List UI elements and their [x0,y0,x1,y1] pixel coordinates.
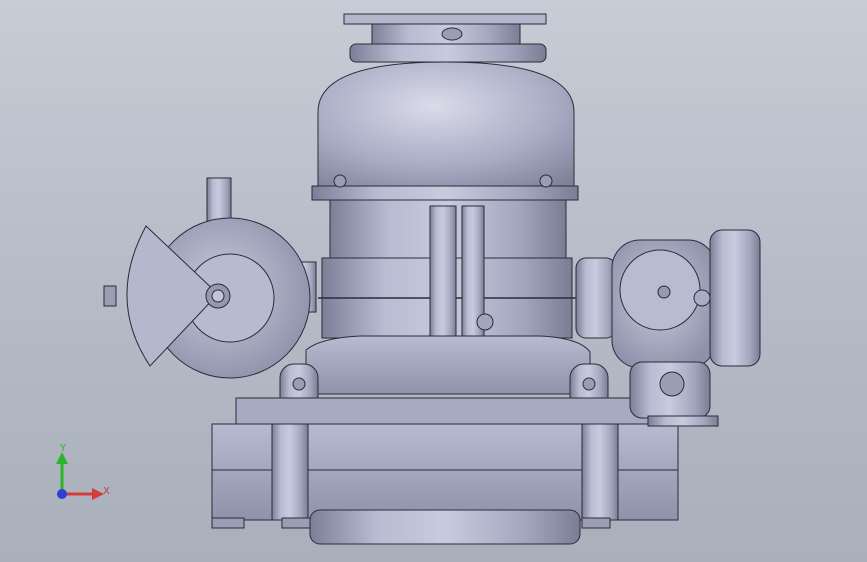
dome-flange [311,185,579,201]
x-axis-label: X [103,486,110,497]
base-rib-right [581,423,619,521]
main-dome [317,61,575,189]
engine-assembly-model[interactable] [0,0,867,562]
top-plate [343,13,547,25]
right-connector [575,257,617,339]
waist-casting [305,335,591,395]
right-gear-screw [693,289,711,307]
right-gear-hub [657,285,671,299]
vertical-pipe-left [429,205,457,347]
flange-bolt-right [539,174,553,188]
y-axis-label: Y [60,443,67,454]
base-plate [235,397,677,427]
z-axis-dot [57,489,67,499]
left-inlet-pipe [206,177,232,223]
right-bracket-foot [647,415,719,427]
housing-screw [476,313,494,331]
right-drum [709,229,761,367]
top-ring [349,43,547,63]
base-rib-left [271,423,309,521]
coordinate-triad: Y X [40,438,130,510]
top-screw [441,27,463,41]
left-nut [103,285,117,307]
flange-bolt-left [333,174,347,188]
cad-viewport[interactable]: Y X [0,0,867,562]
base-foot [309,509,581,545]
